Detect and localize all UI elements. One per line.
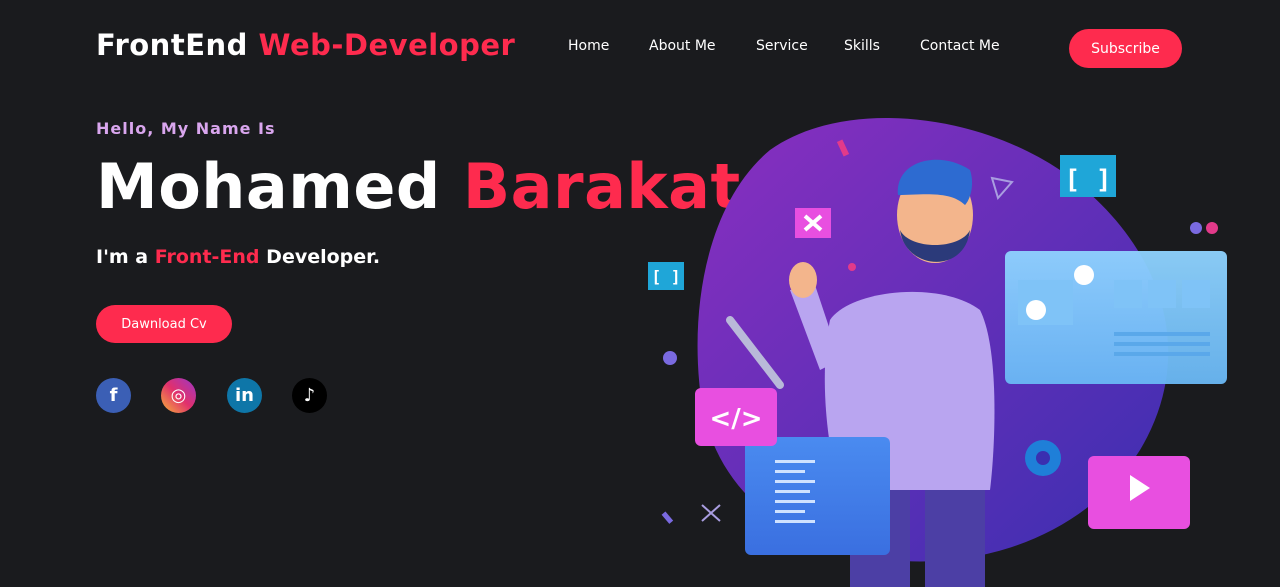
nav-service[interactable]: Service [756,38,808,54]
logo-main: FrontEnd [96,28,248,62]
code-box [745,437,890,555]
hero-role: I'm a Front-End Developer. [96,246,380,268]
tiktok-icon[interactable]: ♪ [292,378,327,413]
facebook-icon[interactable]: f [96,378,131,413]
brackets-text: [ ] [1065,165,1112,195]
role-prefix: I'm a [96,246,149,268]
instagram-icon[interactable]: ◎ [161,378,196,413]
nav-skills[interactable]: Skills [844,38,880,54]
logo-accent: Web-Developer [258,28,516,62]
code-tag-text: </> [709,404,762,434]
nav-about-me[interactable]: About Me [649,38,716,54]
hero-greeting: Hello, My Name Is [96,119,276,138]
role-accent: Front-End [154,246,260,268]
linkedin-icon[interactable]: in [227,378,262,413]
header: FrontEnd Web-Developer Home About Me Ser… [0,0,1280,95]
hero-first-name: Mohamed [96,150,441,223]
nav-contact-me[interactable]: Contact Me [920,38,1000,54]
small-brackets-text: [ ] [652,267,681,286]
role-suffix: Developer. [266,246,381,268]
developer-illustration: </> [ ] [ ] [640,110,1240,587]
nav-home[interactable]: Home [568,38,609,54]
logo[interactable]: FrontEnd Web-Developer [96,28,515,62]
illustration-svg: </> [ ] [ ] [648,117,1227,587]
download-cv-button[interactable]: Dawnload Cv [96,305,232,343]
subscribe-button[interactable]: Subscribe [1069,29,1182,68]
